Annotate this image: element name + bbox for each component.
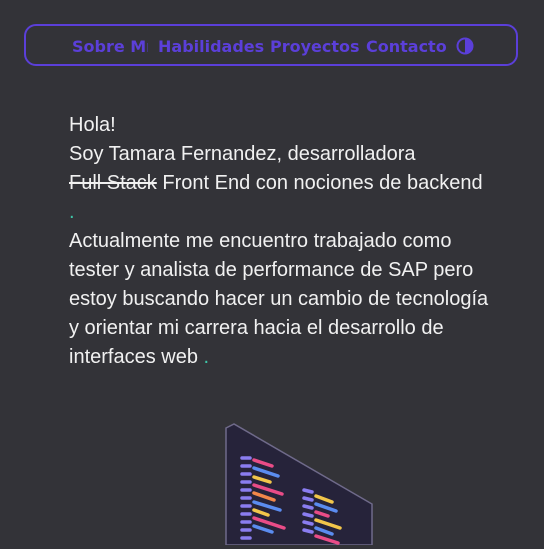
intro-paragraph-2: Actualmente me encuentro trabajado como … [69, 227, 489, 372]
nav-link-projects[interactable]: Proyectos [270, 37, 360, 56]
contrast-icon[interactable] [456, 37, 474, 55]
nav-link-skills[interactable]: Habilidades [158, 37, 264, 56]
struck-text: Full Stack [69, 172, 157, 194]
intro-line1-prefix: Soy Tamara Fernandez, desarrolladora [69, 143, 416, 165]
greeting: Hola! [69, 114, 116, 136]
dot-accent: . [203, 346, 210, 368]
intro-text: Hola! Soy Tamara Fernandez, desarrollado… [69, 111, 489, 372]
intro-line1-suffix: Front End con nociones de backend [156, 172, 483, 194]
dot-accent: . [69, 201, 75, 223]
intro-paragraph-1: Soy Tamara Fernandez, desarrolladora Full… [69, 140, 489, 227]
intro-paragraph-2-text: Actualmente me encuentro trabajado como … [69, 230, 489, 368]
nav-link-contact[interactable]: Contacto [366, 37, 447, 56]
laptop-code-illustration [220, 420, 390, 546]
navbar: Sobre Mí Habilidades Proyectos Contacto [24, 24, 518, 66]
nav-link-about[interactable]: Sobre Mí [72, 37, 148, 56]
